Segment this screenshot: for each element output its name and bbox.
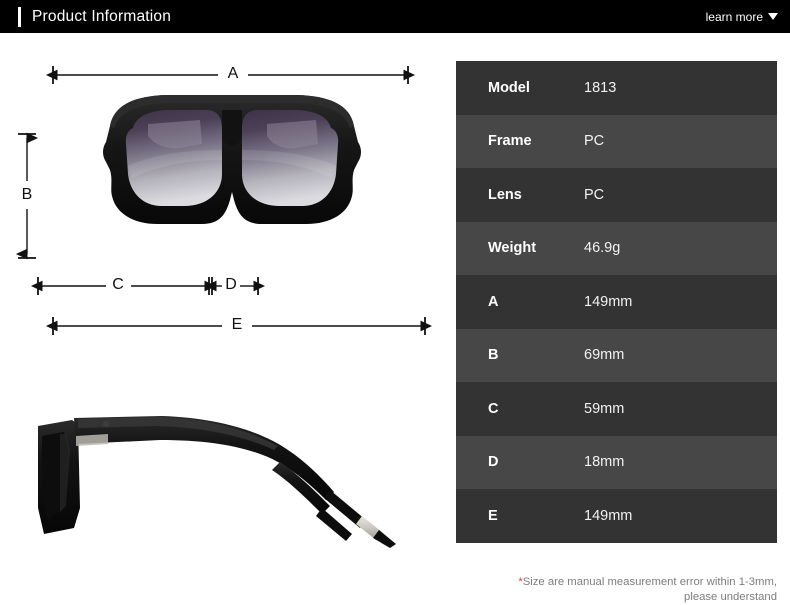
table-row: D 18mm (456, 435, 777, 489)
spec-label: C (488, 400, 499, 417)
hinge-metal (76, 434, 108, 446)
dimension-b-label: B (22, 186, 33, 203)
dimension-d-label: D (225, 276, 237, 293)
dimension-d: D (204, 276, 266, 295)
spec-label: B (488, 347, 499, 364)
spec-value: PC (584, 133, 605, 150)
disclaimer-line-1: Size are manual measurement error within… (522, 576, 777, 588)
dimension-b: B (15, 132, 39, 260)
spec-value: 149mm (584, 507, 633, 524)
spec-label: E (488, 507, 498, 524)
dimension-c: C (30, 276, 217, 295)
sunglasses-front-view (103, 95, 361, 224)
spec-value: 46.9g (584, 240, 621, 257)
table-row: Model 1813 (456, 61, 777, 115)
spec-label: A (488, 293, 499, 310)
spec-value: 59mm (584, 400, 625, 417)
dimension-c-label: C (112, 276, 124, 293)
spec-label: Frame (488, 133, 532, 150)
spec-table: Model 1813 Frame PC Lens PC Weight 46.9g… (456, 61, 777, 543)
spec-value: 1813 (584, 79, 617, 96)
dimension-e-label: E (232, 316, 243, 333)
table-row: A 149mm (456, 275, 777, 329)
spec-panel: Model 1813 Frame PC Lens PC Weight 46.9g… (456, 33, 790, 603)
spec-value: 18mm (584, 454, 625, 471)
spec-label: Weight (488, 240, 537, 257)
hinge-rivet (102, 420, 110, 428)
page-header: Product Information learn more (0, 0, 790, 33)
spec-label: Lens (488, 186, 522, 203)
table-row: B 69mm (456, 328, 777, 382)
spec-value: PC (584, 186, 605, 203)
disclaimer-line-2: please understand (684, 591, 777, 603)
spec-label: D (488, 454, 499, 471)
dimension-a: A (45, 65, 416, 84)
page-title: Product Information (32, 7, 172, 25)
table-row: Frame PC (456, 114, 777, 168)
chevron-down-icon (768, 13, 778, 20)
table-row: C 59mm (456, 382, 777, 436)
table-row: E 149mm (456, 489, 777, 543)
dimension-a-label: A (228, 65, 239, 82)
measurement-disclaimer: *Size are manual measurement error withi… (466, 575, 777, 605)
header-accent-bar (18, 6, 21, 27)
spec-value: 69mm (584, 347, 625, 364)
table-row: Lens PC (456, 168, 777, 222)
dimension-e: E (45, 316, 433, 335)
spec-value: 149mm (584, 293, 633, 310)
bridge (222, 110, 242, 146)
learn-more-button[interactable]: learn more (706, 10, 778, 24)
sunglasses-side-view (38, 416, 396, 548)
learn-more-label: learn more (705, 9, 763, 24)
spec-label: Model (488, 79, 530, 96)
product-diagram-panel: A B C D E (0, 33, 456, 600)
table-row: Weight 46.9g (456, 221, 777, 275)
